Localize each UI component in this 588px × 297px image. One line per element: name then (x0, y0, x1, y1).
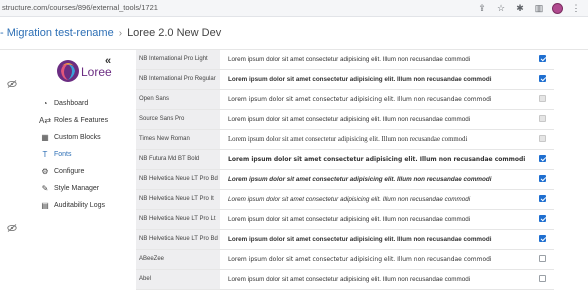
collapse-sidebar-icon[interactable]: « (105, 55, 111, 67)
font-enable-checkbox (539, 135, 546, 142)
font-enable-checkbox[interactable] (539, 275, 546, 282)
font-name: NB Futura Md BT Bold (136, 150, 220, 169)
fonts-icon: T (42, 150, 48, 159)
fonts-table: NB International Pro Light Lorem ipsum d… (136, 50, 554, 290)
font-name: Times New Roman (136, 130, 220, 149)
font-sample: Lorem ipsum dolor sit amet consectetur a… (228, 136, 468, 143)
menu-icon[interactable]: ⋮ (570, 2, 582, 14)
font-enable-checkbox[interactable] (539, 235, 546, 242)
roles-icon: A⇄ (38, 116, 52, 125)
dashboard-icon: ◔ (42, 99, 48, 108)
sidebar-item-dashboard[interactable]: ◔ Dashboard (40, 95, 108, 112)
table-row: Source Sans Pro Lorem ipsum dolor sit am… (136, 110, 554, 130)
font-name: Abel (136, 270, 220, 289)
font-enable-checkbox[interactable] (539, 215, 546, 222)
font-enable-checkbox[interactable] (539, 175, 546, 182)
sidebar-item-fonts[interactable]: T Fonts (40, 146, 108, 163)
logo-text: Loree (81, 65, 112, 79)
table-row: NB International Pro Light Lorem ipsum d… (136, 50, 554, 70)
blocks-icon: ▦ (41, 133, 49, 142)
font-sample: Lorem ipsum dolor sit amet consectetur a… (228, 116, 471, 123)
sidebar-item-auditability-logs[interactable]: ▤ Auditability Logs (40, 197, 108, 214)
sidebar-item-label: Roles & Features (54, 117, 109, 124)
sidebar-item-custom-blocks[interactable]: ▦ Custom Blocks (40, 129, 108, 146)
table-row: NB Helvetica Neue LT Pro Lt Lorem ipsum … (136, 210, 554, 230)
eye-slash-icon[interactable] (7, 224, 19, 234)
sidebar: Loree « ◔ Dashboard A⇄ Roles & Features … (32, 52, 122, 297)
breadcrumb-course-link[interactable]: - Migration test-rename (0, 27, 114, 39)
font-sample: Lorem ipsum dolor sit amet consectetur a… (228, 56, 471, 63)
table-row: Open Sans Lorem ipsum dolor sit amet con… (136, 90, 554, 110)
font-name: NB International Pro Regular (136, 70, 220, 89)
palette-icon: ✎ (41, 184, 49, 193)
table-row: NB Helvetica Neue LT Pro It Lorem ipsum … (136, 190, 554, 210)
table-row: Abel Lorem ipsum dolor sit amet consecte… (136, 270, 554, 290)
sidebar-item-style-manager[interactable]: ✎ Style Manager (40, 180, 108, 197)
sidebar-item-label: Dashboard (54, 100, 89, 107)
font-sample: Lorem ipsum dolor sit amet consectetur a… (228, 76, 492, 83)
sidebar-item-label: Auditability Logs (54, 202, 105, 209)
table-row: NB Helvetica Neue LT Pro Bd It Lorem ips… (136, 170, 554, 190)
font-enable-checkbox[interactable] (539, 195, 546, 202)
url-text[interactable]: structure.com/courses/896/external_tools… (2, 3, 158, 12)
font-enable-checkbox (539, 95, 546, 102)
extensions-icon[interactable]: ✱ (514, 2, 526, 14)
font-sample: Lorem ipsum dolor sit amet consectetur a… (228, 216, 471, 223)
sidebar-item-roles-features[interactable]: A⇄ Roles & Features (38, 112, 109, 129)
font-sample: Lorem ipsum dolor sit amet consectetur a… (228, 276, 471, 283)
browser-toolbar: ⇪ ☆ ✱ ▥ ⋮ (476, 2, 582, 14)
profile-avatar[interactable] (552, 2, 563, 14)
document-icon: ▤ (41, 201, 49, 210)
table-row: ABeeZee Lorem ipsum dolor sit amet conse… (136, 250, 554, 270)
font-enable-checkbox[interactable] (539, 55, 546, 62)
eye-slash-icon[interactable] (7, 80, 19, 90)
breadcrumb-separator: › (118, 27, 123, 39)
font-name: NB Helvetica Neue LT Pro It (136, 190, 220, 209)
star-icon[interactable]: ☆ (495, 2, 507, 14)
font-sample: Lorem ipsum dolor sit amet consectetur a… (228, 176, 492, 183)
share-icon[interactable]: ⇪ (476, 2, 488, 14)
font-name: NB Helvetica Neue LT Pro Lt (136, 210, 220, 229)
sidebar-item-label: Style Manager (54, 185, 100, 192)
font-enable-checkbox (539, 115, 546, 122)
sidebar-icon[interactable]: ▥ (533, 2, 545, 14)
table-row: NB Futura Md BT Bold Lorem ipsum dolor s… (136, 150, 554, 170)
font-sample: Lorem ipsum dolor sit amet consectetur a… (228, 96, 492, 103)
breadcrumb-current-page: Loree 2.0 New Dev (127, 27, 222, 39)
sidebar-item-label: Fonts (54, 151, 72, 158)
table-row: NB Helvetica Neue LT Pro Bd Lorem ipsum … (136, 230, 554, 250)
sidebar-item-label: Custom Blocks (54, 134, 101, 141)
font-name: NB Helvetica Neue LT Pro Bd (136, 230, 220, 249)
sidebar-nav: ◔ Dashboard A⇄ Roles & Features ▦ Custom… (38, 95, 109, 214)
browser-address-bar[interactable]: structure.com/courses/896/external_tools… (0, 0, 588, 17)
font-name: Open Sans (136, 90, 220, 109)
font-sample: Lorem ipsum dolor sit amet consectetur a… (228, 196, 471, 203)
sidebar-item-label: Configure (54, 168, 85, 175)
font-name: Source Sans Pro (136, 110, 220, 129)
font-sample: Lorem ipsum dolor sit amet consectetur a… (228, 236, 492, 243)
font-enable-checkbox[interactable] (539, 255, 546, 262)
font-enable-checkbox[interactable] (539, 75, 546, 82)
gear-icon: ⚙ (41, 167, 49, 176)
table-row: Times New Roman Lorem ipsum dolor sit am… (136, 130, 554, 150)
font-sample: Lorem ipsum dolor sit amet consectetur a… (228, 156, 526, 163)
sidebar-item-configure[interactable]: ⚙ Configure (40, 163, 108, 180)
table-row: NB International Pro Regular Lorem ipsum… (136, 70, 554, 90)
font-sample: Lorem ipsum dolor sit amet consectetur a… (228, 256, 492, 263)
font-name: NB International Pro Light (136, 50, 220, 69)
font-enable-checkbox[interactable] (539, 155, 546, 162)
font-name: ABeeZee (136, 250, 220, 269)
breadcrumb: - Migration test-rename › Loree 2.0 New … (0, 23, 221, 43)
font-name: NB Helvetica Neue LT Pro Bd It (136, 170, 220, 189)
